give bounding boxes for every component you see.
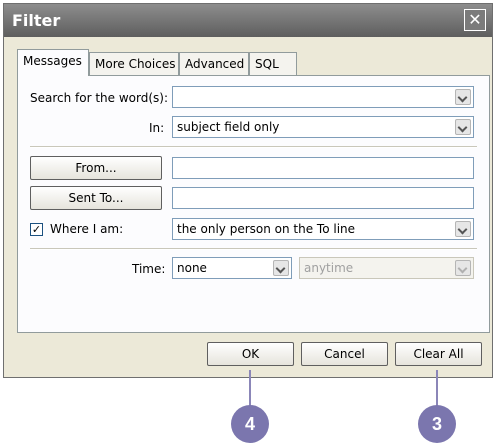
tab-advanced-label: Advanced [185, 57, 245, 71]
tab-sql-label: SQL [255, 57, 279, 71]
cancel-button[interactable]: Cancel [301, 342, 388, 366]
tab-more-choices-label: More Choices [95, 57, 176, 71]
sent-to-button[interactable]: Sent To... [30, 186, 162, 210]
title-bar: Filter ✕ [4, 4, 492, 37]
tab-advanced[interactable]: Advanced [179, 52, 249, 75]
callout-line-ok [249, 370, 251, 408]
time-label: Time: [132, 262, 166, 276]
from-button-label: From... [75, 161, 117, 175]
close-button[interactable]: ✕ [464, 9, 486, 31]
where-i-am-select[interactable]: the only person on the To line [172, 218, 474, 240]
callout-step-4: 4 [231, 405, 269, 443]
divider [30, 248, 477, 250]
chevron-down-icon[interactable] [455, 89, 471, 105]
filter-dialog: Filter ✕ Messages More Choices Advanced … [3, 3, 493, 378]
chevron-down-icon[interactable] [455, 221, 471, 237]
in-select[interactable]: subject field only [172, 116, 474, 138]
callout-step-3-number: 3 [431, 414, 442, 434]
time-select-value: none [177, 261, 207, 275]
search-input[interactable] [172, 86, 474, 108]
time-range-value: anytime [304, 261, 354, 275]
clear-all-button[interactable]: Clear All [395, 342, 482, 366]
divider [30, 146, 477, 148]
ok-button-label: OK [241, 347, 260, 361]
in-label: In: [149, 121, 165, 135]
time-select[interactable]: none [172, 257, 292, 279]
from-button[interactable]: From... [30, 156, 162, 180]
callout-step-3: 3 [418, 405, 456, 443]
from-field[interactable] [172, 157, 474, 179]
tab-sql[interactable]: SQL [249, 52, 297, 75]
chevron-down-icon[interactable] [273, 260, 289, 276]
sent-to-button-label: Sent To... [68, 191, 124, 205]
ok-button[interactable]: OK [207, 342, 294, 366]
where-i-am-label: Where I am: [50, 222, 124, 236]
clear-all-button-label: Clear All [413, 347, 464, 361]
cancel-button-label: Cancel [324, 347, 365, 361]
tab-more-choices[interactable]: More Choices [89, 52, 179, 75]
check-icon: ✓ [31, 223, 42, 236]
callout-line-clear-all [436, 370, 438, 408]
search-label: Search for the word(s): [30, 91, 169, 105]
tab-messages-label: Messages [23, 54, 82, 68]
sent-to-field[interactable] [172, 187, 474, 209]
time-range-select: anytime [299, 257, 474, 279]
callout-step-4-number: 4 [244, 414, 255, 434]
where-i-am-checkbox[interactable]: ✓ [30, 223, 43, 236]
messages-panel: Search for the word(s): In: subject fiel… [17, 75, 490, 333]
close-icon: ✕ [468, 10, 482, 29]
chevron-down-icon[interactable] [455, 119, 471, 135]
chevron-down-icon [455, 260, 471, 276]
window-title: Filter [12, 11, 61, 30]
tab-messages[interactable]: Messages [17, 49, 89, 76]
where-i-am-value: the only person on the To line [177, 222, 356, 236]
in-select-value: subject field only [177, 120, 280, 134]
